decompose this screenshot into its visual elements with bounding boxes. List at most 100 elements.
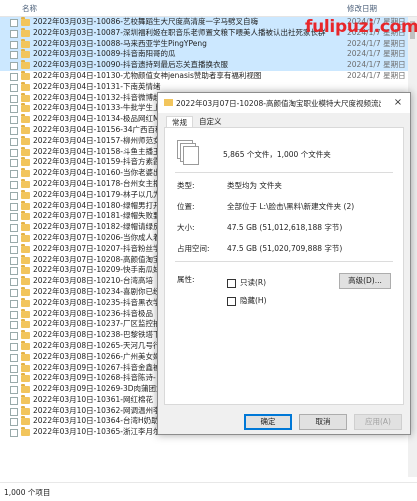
hidden-label: 隐藏(H)	[240, 296, 267, 305]
file-row[interactable]: 2022年03月03日-10090-抖音遗持到最后忘关直播换衣服 2024/1/7…	[0, 60, 417, 71]
row-checkbox[interactable]	[10, 83, 18, 92]
row-checkbox[interactable]	[10, 159, 18, 168]
row-checkbox[interactable]	[10, 375, 18, 384]
column-header: 名称 修改日期	[0, 0, 417, 17]
location-value: 全部位于 L:\脸击\黑料\新建文件夹 (2)	[227, 202, 355, 211]
file-name: 2022年03月04日-10131-下南英情绪	[33, 81, 161, 91]
row-checkbox[interactable]	[10, 364, 18, 373]
row-checkbox[interactable]	[10, 213, 18, 222]
cancel-button[interactable]: 取消	[299, 414, 347, 430]
checkbox-box[interactable]	[227, 278, 236, 288]
folder-icon	[21, 178, 30, 188]
file-date: 2024/1/7 星期日 14:50	[347, 49, 417, 59]
folder-icon	[21, 254, 30, 264]
row-checkbox[interactable]	[10, 94, 18, 103]
selection-summary: 5,865 个文件，1,000 个文件夹	[223, 150, 331, 159]
folder-icon	[21, 103, 30, 113]
row-checkbox[interactable]	[10, 126, 18, 135]
row-checkbox[interactable]	[10, 332, 18, 341]
folder-icon	[21, 157, 30, 167]
row-checkbox[interactable]	[10, 191, 18, 200]
file-row[interactable]: 2022年03月03日-10089-抖音南阳哥的瓜 2024/1/7 星期日 14…	[0, 49, 417, 61]
hidden-checkbox[interactable]: 隐藏(H)	[227, 295, 267, 306]
folder-icon	[21, 38, 30, 48]
row-checkbox[interactable]	[10, 170, 18, 179]
folder-icon	[21, 297, 30, 307]
file-name: 2022年03月03日-10087-深圳福利姬在职音乐老师置文粮下喂美人播被认出…	[33, 27, 326, 37]
row-checkbox[interactable]	[10, 62, 18, 71]
folder-icon	[21, 384, 30, 394]
dialog-title: 2022年03月07日-10208-高颜值淘宝职业模特大尺度视频流出人前...	[176, 99, 381, 108]
row-checkbox[interactable]	[10, 396, 18, 405]
row-checkbox[interactable]	[10, 29, 18, 38]
row-checkbox[interactable]	[10, 310, 18, 319]
multiple-files-icon	[177, 140, 199, 165]
folder-icon	[21, 276, 30, 286]
divider	[175, 172, 393, 173]
row-checkbox[interactable]	[10, 105, 18, 114]
row-checkbox[interactable]	[10, 353, 18, 362]
row-checkbox[interactable]	[10, 386, 18, 395]
folder-icon	[21, 135, 30, 145]
tab-custom[interactable]: 自定义	[194, 116, 227, 127]
folder-icon	[21, 340, 30, 350]
row-checkbox[interactable]	[10, 224, 18, 233]
folder-icon	[21, 319, 30, 329]
readonly-checkbox[interactable]: 只读(R)	[227, 277, 266, 288]
row-checkbox[interactable]	[10, 407, 18, 416]
file-date: 2024/1/7 星期日 14:50	[347, 38, 417, 48]
row-checkbox[interactable]	[10, 19, 18, 27]
folder-icon	[21, 200, 30, 210]
file-row[interactable]: 2022年03月04日-10131-下南英情绪	[0, 81, 408, 93]
attributes-label: 属性:	[177, 275, 195, 284]
folder-icon	[21, 49, 30, 59]
disk-size-label: 占用空间:	[177, 244, 210, 253]
folder-icon	[21, 168, 30, 178]
row-checkbox[interactable]	[10, 429, 18, 438]
folder-icon	[21, 286, 30, 296]
folder-icon	[21, 114, 30, 124]
row-checkbox[interactable]	[10, 51, 18, 60]
row-checkbox[interactable]	[10, 418, 18, 427]
row-checkbox[interactable]	[10, 234, 18, 243]
folder-icon	[21, 189, 30, 199]
folder-icon	[21, 265, 30, 275]
divider	[175, 261, 393, 262]
dialog-titlebar[interactable]: 2022年03月07日-10208-高颜值淘宝职业模特大尺度视频流出人前... …	[158, 93, 410, 113]
row-checkbox[interactable]	[10, 321, 18, 330]
column-date-header[interactable]: 修改日期	[347, 3, 377, 14]
folder-icon	[21, 70, 30, 80]
file-name: 2022年03月03日-10090-抖音遗持到最后忘关直播换衣服	[33, 60, 228, 70]
file-date: 2024/1/7 星期日 14:50	[347, 70, 417, 80]
folder-icon	[21, 405, 30, 415]
row-checkbox[interactable]	[10, 40, 18, 49]
folder-icon	[21, 124, 30, 134]
folder-icon	[21, 222, 30, 232]
ok-button[interactable]: 确定	[244, 414, 292, 430]
row-checkbox[interactable]	[10, 202, 18, 211]
properties-dialog: 2022年03月07日-10208-高颜值淘宝职业模特大尺度视频流出人前... …	[157, 92, 411, 435]
close-icon[interactable]: ×	[390, 95, 406, 110]
row-checkbox[interactable]	[10, 180, 18, 189]
size-value: 47.5 GB (51,012,618,188 字节)	[227, 223, 343, 232]
row-checkbox[interactable]	[10, 299, 18, 308]
row-checkbox[interactable]	[10, 256, 18, 265]
apply-button[interactable]: 应用(A)	[354, 414, 402, 430]
file-row[interactable]: 2022年03月04日-10130-尤物颜值女神jenasis赞助者享有福利视图…	[0, 70, 417, 82]
general-panel: 5,865 个文件，1,000 个文件夹 类型: 类型均为 文件夹 位置: 全部…	[164, 127, 404, 405]
row-checkbox[interactable]	[10, 116, 18, 125]
row-checkbox[interactable]	[10, 148, 18, 157]
row-checkbox[interactable]	[10, 245, 18, 254]
folder-icon	[21, 232, 30, 242]
advanced-button[interactable]: 高级(D)...	[339, 273, 391, 289]
column-name-header[interactable]: 名称	[22, 3, 37, 14]
row-checkbox[interactable]	[10, 137, 18, 146]
folder-icon	[21, 308, 30, 318]
row-checkbox[interactable]	[10, 342, 18, 351]
row-checkbox[interactable]	[10, 288, 18, 297]
checkbox-box[interactable]	[227, 296, 236, 306]
file-row[interactable]: 2022年03月03日-10088-马来西亚学生PingYPeng 2024/1/…	[0, 38, 417, 50]
row-checkbox[interactable]	[10, 72, 18, 81]
row-checkbox[interactable]	[10, 267, 18, 276]
row-checkbox[interactable]	[10, 278, 18, 287]
